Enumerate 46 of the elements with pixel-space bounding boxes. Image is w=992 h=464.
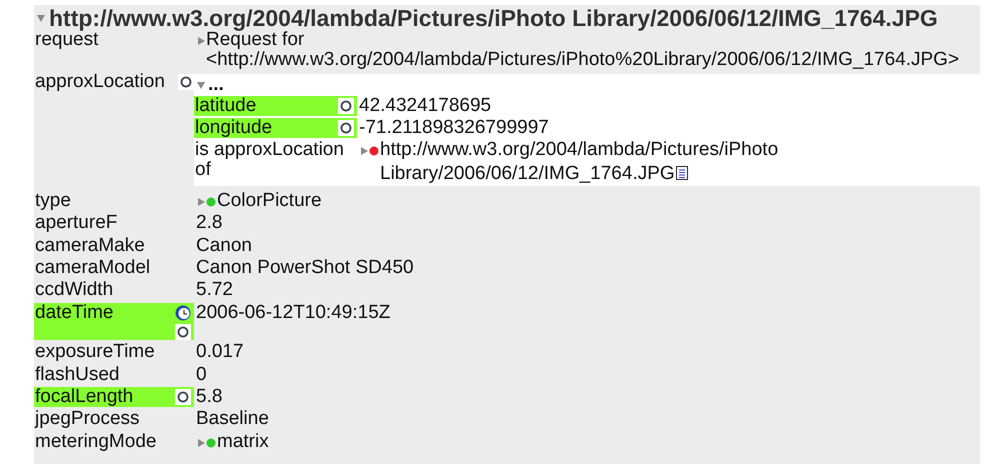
property-label: request: [35, 30, 98, 50]
property-label: apertureF: [35, 213, 118, 234]
document-icon[interactable]: [676, 166, 688, 180]
property-label: flashUsed: [35, 364, 120, 385]
property-value: 2.8: [196, 212, 222, 234]
property-value: 42.4324178695: [359, 95, 492, 116]
property-label: ccdWidth: [35, 280, 114, 300]
circle-icon[interactable]: [175, 324, 191, 340]
clock-icon[interactable]: [175, 304, 191, 321]
property-label: exposureTime: [35, 342, 155, 362]
disclosure-triangle-icon[interactable]: [36, 13, 46, 23]
circle-icon[interactable]: [178, 74, 194, 90]
property-value: 0.017: [196, 341, 244, 362]
circle-icon[interactable]: [175, 388, 191, 405]
disclosure-triangle-icon[interactable]: [196, 196, 206, 207]
property-value: -71.211898326799997: [359, 117, 549, 138]
resource-link[interactable]: Request for <http://www.w3.org/2004/lambda/Pictures/iPhoto%20Library/2006/06/12/IMG_1764.JPG>: [206, 30, 980, 70]
resource-link[interactable]: matrix: [217, 432, 269, 452]
property-label: dateTime: [35, 302, 114, 323]
property-label: is approxLocation of: [195, 140, 345, 180]
ellipsis-label: ...: [208, 74, 224, 96]
circle-icon[interactable]: [338, 98, 354, 114]
property-label: meteringMode: [35, 432, 156, 452]
property-value: Canon: [196, 234, 252, 256]
property-value: Baseline: [196, 408, 269, 430]
disclosure-triangle-icon[interactable]: [196, 80, 206, 90]
property-label: cameraMake: [35, 236, 145, 256]
property-value: Canon PowerShot SD450: [196, 256, 414, 278]
property-value: 5.72: [196, 279, 233, 300]
disclosure-triangle-icon[interactable]: [196, 36, 206, 46]
property-label: longitude: [195, 118, 272, 138]
resource-link[interactable]: ColorPicture: [217, 190, 322, 211]
subject-uri: http://www.w3.org/2004/lambda/Pictures/iPhoto Library/2006/06/12/IMG_1764.JPG: [49, 6, 938, 30]
property-value: 2006-06-12T10:49:15Z: [196, 302, 390, 323]
property-label: focalLength: [35, 386, 134, 407]
property-label: latitude: [195, 96, 256, 116]
property-label: jpegProcess: [35, 409, 140, 430]
resource-link[interactable]: http://www.w3.org/2004/lambda/Pictures/iPhoto Library/2006/06/12/IMG_1764.JPG: [380, 140, 980, 184]
property-label: approxLocation: [35, 72, 165, 92]
property-value: 5.8: [196, 386, 222, 407]
property-label: cameraModel: [35, 258, 150, 278]
property-label: type: [35, 190, 71, 211]
property-value: 0: [196, 364, 207, 385]
disclosure-triangle-icon[interactable]: [196, 438, 206, 448]
circle-icon[interactable]: [338, 120, 354, 136]
disclosure-triangle-icon[interactable]: [359, 146, 369, 156]
